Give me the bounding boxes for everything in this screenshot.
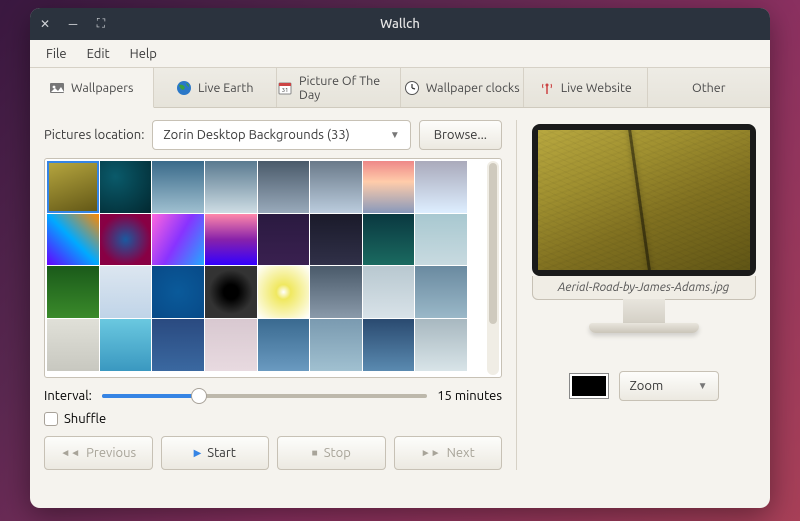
wallpaper-thumbnail[interactable] xyxy=(205,161,257,213)
wallpaper-thumbnail[interactable] xyxy=(415,214,467,266)
tab-wallpapers[interactable]: Wallpapers xyxy=(30,68,154,108)
preview-monitor xyxy=(532,124,756,276)
tab-label: Live Website xyxy=(561,81,632,95)
tab-live-earth[interactable]: Live Earth xyxy=(154,68,278,107)
antenna-icon xyxy=(539,80,555,96)
bg-color-picker[interactable] xyxy=(569,373,609,399)
location-value: Zorin Desktop Backgrounds (33) xyxy=(163,128,349,142)
wallpaper-thumbnail[interactable] xyxy=(363,214,415,266)
wallpaper-thumbnail[interactable] xyxy=(205,214,257,266)
tab-label: Other xyxy=(692,81,725,95)
preview-image[interactable] xyxy=(538,130,750,270)
wallpaper-thumbnail[interactable] xyxy=(205,266,257,318)
wallpaper-thumbnail[interactable] xyxy=(310,266,362,318)
wallpaper-thumbnail[interactable] xyxy=(100,266,152,318)
left-panel: Pictures location: Zorin Desktop Backgro… xyxy=(44,120,502,470)
wallpaper-thumbnail[interactable] xyxy=(258,214,310,266)
browse-label: Browse... xyxy=(434,128,487,142)
render-mode-value: Zoom xyxy=(630,379,664,393)
menu-edit[interactable]: Edit xyxy=(77,43,120,65)
interval-value: 15 minutes xyxy=(437,389,502,403)
maximize-icon[interactable]: ⛶ xyxy=(94,17,108,31)
menu-help[interactable]: Help xyxy=(120,43,167,65)
wallpaper-thumbnail[interactable] xyxy=(152,319,204,371)
thumbnail-area xyxy=(44,158,502,378)
interval-slider[interactable] xyxy=(102,386,427,406)
globe-icon xyxy=(176,80,192,96)
previous-button[interactable]: ◄◄ Previous xyxy=(44,436,153,470)
wallpaper-thumbnail[interactable] xyxy=(363,319,415,371)
main-tabs: Wallpapers Live Earth 31 Picture Of The … xyxy=(30,68,770,108)
stop-button[interactable]: ■ Stop xyxy=(277,436,386,470)
wallpapers-icon xyxy=(49,80,65,96)
next-icon: ►► xyxy=(421,447,441,459)
next-label: Next xyxy=(447,446,475,460)
menubar: File Edit Help xyxy=(30,40,770,68)
wallpaper-thumbnail[interactable] xyxy=(415,319,467,371)
svg-text:31: 31 xyxy=(282,87,289,94)
shuffle-checkbox[interactable] xyxy=(44,412,58,426)
close-icon[interactable]: ✕ xyxy=(38,17,52,31)
start-button[interactable]: ▶ Start xyxy=(161,436,270,470)
content-area: Pictures location: Zorin Desktop Backgro… xyxy=(30,108,770,482)
wallpaper-thumbnail[interactable] xyxy=(47,161,99,213)
preview-filename: Aerial-Road-by-James-Adams.jpg xyxy=(532,276,756,300)
previous-icon: ◄◄ xyxy=(60,447,80,459)
tab-label: Wallpapers xyxy=(71,81,133,95)
tab-label: Live Earth xyxy=(198,81,253,95)
wallpaper-thumbnail[interactable] xyxy=(100,161,152,213)
wallpaper-thumbnail[interactable] xyxy=(363,266,415,318)
preview-panel: Aerial-Road-by-James-Adams.jpg Zoom ▼ xyxy=(516,120,756,470)
wallpaper-thumbnail[interactable] xyxy=(415,266,467,318)
titlebar: ✕ ─ ⛶ Wallch xyxy=(30,8,770,40)
wallpaper-thumbnail[interactable] xyxy=(152,214,204,266)
monitor-base xyxy=(589,323,699,333)
monitor-stand xyxy=(623,299,665,323)
wallpaper-thumbnail[interactable] xyxy=(258,319,310,371)
tab-label: Picture Of The Day xyxy=(299,74,400,102)
tab-clocks[interactable]: Wallpaper clocks xyxy=(401,68,525,107)
location-label: Pictures location: xyxy=(44,128,144,142)
calendar-icon: 31 xyxy=(277,80,293,96)
scrollbar[interactable] xyxy=(487,161,499,375)
stop-label: Stop xyxy=(324,446,351,460)
start-label: Start xyxy=(207,446,236,460)
wallpaper-thumbnail[interactable] xyxy=(363,161,415,213)
wallpaper-thumbnail[interactable] xyxy=(205,319,257,371)
chevron-down-icon: ▼ xyxy=(390,129,400,141)
wallpaper-thumbnail[interactable] xyxy=(47,319,99,371)
chevron-down-icon: ▼ xyxy=(698,380,708,392)
menu-file[interactable]: File xyxy=(36,43,77,65)
shuffle-label: Shuffle xyxy=(64,412,106,426)
interval-label: Interval: xyxy=(44,389,92,403)
tab-live-website[interactable]: Live Website xyxy=(524,68,648,107)
window-title: Wallch xyxy=(30,17,770,31)
wallpaper-thumbnail[interactable] xyxy=(47,214,99,266)
render-mode-select[interactable]: Zoom ▼ xyxy=(619,371,719,401)
tab-label: Wallpaper clocks xyxy=(426,81,520,95)
wallpaper-thumbnail[interactable] xyxy=(152,266,204,318)
tab-other[interactable]: Other xyxy=(648,68,771,107)
wallpaper-thumbnail[interactable] xyxy=(100,214,152,266)
wallpaper-thumbnail[interactable] xyxy=(310,319,362,371)
clock-icon xyxy=(404,80,420,96)
play-icon: ▶ xyxy=(194,447,202,459)
browse-button[interactable]: Browse... xyxy=(419,120,502,150)
thumbnail-grid xyxy=(45,159,469,373)
wallpaper-thumbnail[interactable] xyxy=(415,161,467,213)
wallpaper-thumbnail[interactable] xyxy=(152,161,204,213)
previous-label: Previous xyxy=(86,446,136,460)
wallpaper-thumbnail[interactable] xyxy=(100,319,152,371)
wallpaper-thumbnail[interactable] xyxy=(310,214,362,266)
wallpaper-thumbnail[interactable] xyxy=(310,161,362,213)
stop-icon: ■ xyxy=(312,447,318,459)
next-button[interactable]: ►► Next xyxy=(394,436,503,470)
wallpaper-thumbnail[interactable] xyxy=(258,161,310,213)
minimize-icon[interactable]: ─ xyxy=(66,17,80,31)
wallpaper-thumbnail[interactable] xyxy=(47,266,99,318)
app-window: ✕ ─ ⛶ Wallch File Edit Help Wallpapers L… xyxy=(30,8,770,508)
tab-potd[interactable]: 31 Picture Of The Day xyxy=(277,68,401,107)
location-select[interactable]: Zorin Desktop Backgrounds (33) ▼ xyxy=(152,120,410,150)
wallpaper-thumbnail[interactable] xyxy=(258,266,310,318)
